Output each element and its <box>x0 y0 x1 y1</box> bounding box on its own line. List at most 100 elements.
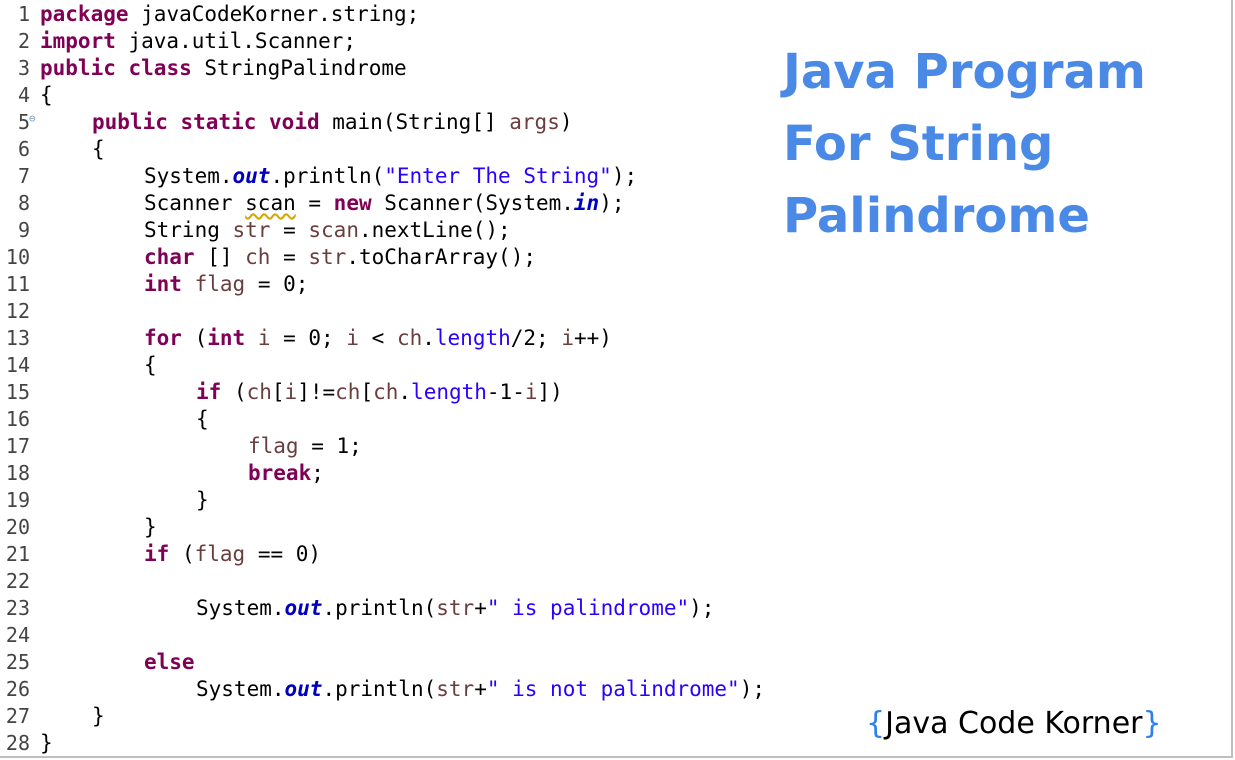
code-text: } <box>30 514 157 541</box>
line-number: 25 <box>5 650 30 674</box>
code-line[interactable]: 13 for (int i = 0; i < ch.length/2; i++) <box>0 325 612 352</box>
code-text: { <box>30 352 157 379</box>
code-token: ); <box>689 596 715 620</box>
code-line[interactable]: 26 System.out.println(str+" is not palind… <box>0 676 765 703</box>
code-text: if (flag == 0) <box>30 541 321 568</box>
line-number: 17 <box>5 434 30 458</box>
code-token: + <box>474 596 487 620</box>
code-token: str <box>308 245 347 269</box>
line-number: 1 <box>17 2 30 26</box>
code-token: int <box>207 326 246 350</box>
code-line[interactable]: 7 System.out.println("Enter The String"); <box>0 163 637 190</box>
code-text: for (int i = 0; i < ch.length/2; i++) <box>30 325 612 352</box>
code-token: scan <box>245 191 296 215</box>
title-line-3: Palindrome <box>783 188 1090 244</box>
code-text: if (ch[i]!=ch[ch.length-1-i]) <box>30 379 563 406</box>
code-line[interactable]: 2 import java.util.Scanner; <box>0 28 356 55</box>
code-text: public class StringPalindrome <box>30 55 407 82</box>
code-line[interactable]: 27} <box>0 703 105 730</box>
code-token: str <box>232 218 271 242</box>
code-line[interactable]: 19} <box>0 487 209 514</box>
line-number: 21 <box>5 542 30 566</box>
code-text: package javaCodeKorner.string; <box>30 1 419 28</box>
code-token: = <box>295 191 334 215</box>
line-number: 19 <box>5 488 30 512</box>
code-token: args <box>509 110 560 134</box>
code-token: out <box>232 164 271 188</box>
code-token: flag <box>194 542 246 566</box>
code-token: .println( <box>322 596 437 620</box>
code-line[interactable]: 5 ⊖ public static void main(String[] args) <box>0 109 573 136</box>
code-text: Scanner scan = new Scanner(System.in); <box>30 190 625 217</box>
code-token: .toCharArray(); <box>346 245 536 269</box>
code-line[interactable]: 9 String str = scan.nextLine(); <box>0 217 511 244</box>
code-text: System.out.println(str+" is palindrome")… <box>30 595 714 622</box>
fold-toggle-icon[interactable]: ⊖ <box>29 105 36 132</box>
code-token: flag <box>194 272 246 296</box>
code-token: import <box>40 29 116 53</box>
code-line[interactable]: 4{ <box>0 82 53 109</box>
code-line[interactable]: 22 <box>0 568 40 595</box>
brand-logo: {Java Code Korner} <box>866 706 1162 741</box>
code-line[interactable]: 21 if (flag == 0) <box>0 541 321 568</box>
code-line[interactable]: 10 char [] ch = str.toCharArray(); <box>0 244 536 271</box>
code-token: " is not palindrome" <box>486 677 740 701</box>
code-token: else <box>144 650 195 674</box>
code-line[interactable]: 3 public class StringPalindrome <box>0 55 407 82</box>
code-token: = 0; <box>245 272 309 296</box>
code-token: Scanner <box>144 191 246 215</box>
code-token: ); <box>611 164 638 188</box>
line-number: 18 <box>5 461 30 485</box>
line-number: 10 <box>5 245 30 269</box>
code-line[interactable]: 25 else <box>0 649 195 676</box>
code-text: } <box>30 703 105 730</box>
code-token: System. <box>196 677 285 701</box>
code-line[interactable]: 28} <box>0 730 53 757</box>
code-token: main(String[] <box>319 110 510 134</box>
line-number: 6 <box>17 137 30 161</box>
code-editor[interactable]: 1 package javaCodeKorner.string; 2 import j… <box>0 0 840 760</box>
code-line[interactable]: 6{ <box>0 136 105 163</box>
code-line[interactable]: 16 { <box>0 406 209 433</box>
code-token: = 1; <box>298 434 362 458</box>
line-number: 9 <box>17 218 30 242</box>
line-number: 2 <box>17 29 30 53</box>
code-line[interactable]: 1 package javaCodeKorner.string; <box>0 1 419 28</box>
code-token: = <box>270 218 309 242</box>
code-line[interactable]: 11 int flag = 0; <box>0 271 308 298</box>
code-token: . <box>422 326 435 350</box>
code-line[interactable]: 14 { <box>0 352 157 379</box>
code-token: package <box>40 2 129 26</box>
code-token: .println( <box>270 164 385 188</box>
line-number: 22 <box>5 569 30 593</box>
code-token: public <box>40 56 116 80</box>
code-token: ]) <box>537 380 563 404</box>
code-token: java.util.Scanner; <box>115 29 357 53</box>
code-token: length <box>434 326 511 350</box>
code-line[interactable]: 18 break; <box>0 460 324 487</box>
page-title: Java Program For String Palindrome <box>783 36 1203 252</box>
code-token: ch <box>246 380 272 404</box>
code-line[interactable]: 24 <box>0 622 40 649</box>
line-number: 16 <box>5 407 30 431</box>
code-token: [] <box>194 245 246 269</box>
code-line[interactable]: 8 Scanner scan = new Scanner(System.in); <box>0 190 625 217</box>
line-number: 20 <box>5 515 30 539</box>
line-number: 26 <box>5 677 30 701</box>
title-line-1: Java Program <box>783 44 1146 100</box>
code-line[interactable]: 17 flag = 1; <box>0 433 362 460</box>
code-token: for <box>144 326 182 350</box>
code-line[interactable]: 20} <box>0 514 157 541</box>
code-token: "Enter The String" <box>384 164 612 188</box>
code-line[interactable]: 23 System.out.println(str+" is palindrome… <box>0 595 715 622</box>
code-text: public static void main(String[] args) <box>30 109 573 136</box>
code-text: char [] ch = str.toCharArray(); <box>30 244 536 271</box>
code-line[interactable]: 12 <box>0 298 40 325</box>
code-token: class <box>128 56 192 80</box>
code-token: in <box>573 191 600 215</box>
code-token: .nextLine(); <box>358 218 511 242</box>
code-line[interactable]: 15 if (ch[i]!=ch[ch.length-1-i]) <box>0 379 563 406</box>
code-token: ( <box>181 326 208 350</box>
